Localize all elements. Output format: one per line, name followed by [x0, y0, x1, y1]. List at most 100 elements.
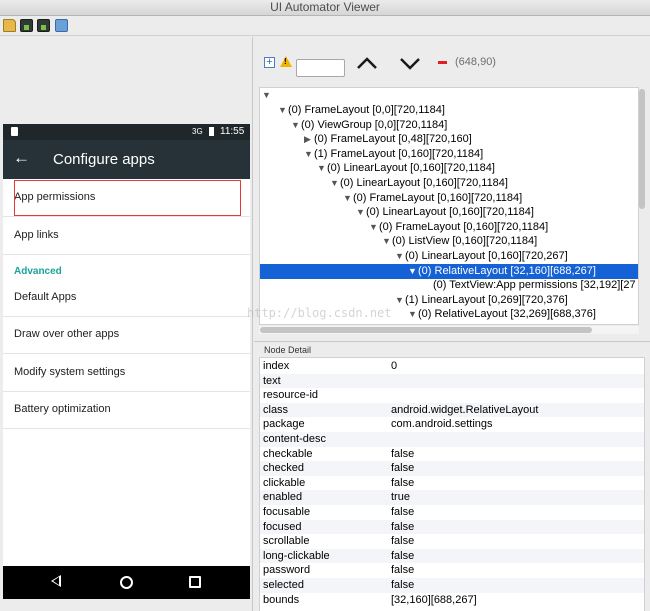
- node-detail-row[interactable]: scrollable false: [260, 534, 644, 549]
- setting-item-default-apps[interactable]: Default Apps: [3, 279, 250, 317]
- open-folder-icon[interactable]: [3, 19, 16, 32]
- tree-node[interactable]: ▼(0) LinearLayout [0,160][720,1184]: [260, 161, 638, 176]
- search-input[interactable]: [296, 59, 345, 77]
- expand-arrow-icon[interactable]: ▼: [408, 264, 418, 278]
- nav-back-icon[interactable]: [51, 575, 61, 587]
- tree-node[interactable]: (0) TextView:App permissions [32,192][27: [260, 278, 638, 293]
- node-detail-key: resource-id: [263, 389, 319, 402]
- tree-node-selected[interactable]: ▼(0) RelativeLayout [32,160][688,267]: [260, 263, 638, 279]
- node-detail-row[interactable]: selected false: [260, 578, 644, 593]
- tree-node[interactable]: ▶ (0) FrameLayout [0,48][720,160]: [260, 132, 638, 147]
- nav-home-icon[interactable]: [120, 576, 133, 589]
- tree-node[interactable]: ▼(0) ListView [0,160][720,1184]: [260, 234, 638, 249]
- node-detail-row[interactable]: clickable false: [260, 476, 644, 491]
- node-detail-row[interactable]: checkable false: [260, 447, 644, 462]
- tree-vertical-scrollbar[interactable]: [639, 89, 645, 209]
- tree-node-label: (0) FrameLayout [0,160][720,1184]: [353, 191, 523, 204]
- node-detail-row[interactable]: focusable false: [260, 505, 644, 520]
- window-titlebar: UI Automator Viewer: [0, 0, 650, 16]
- node-detail-table[interactable]: index 0 text resource-id class android.widget…: [259, 357, 645, 611]
- node-detail-value: [32,160][688,267]: [391, 593, 477, 606]
- expand-arrow-icon[interactable]: ▼: [304, 147, 314, 161]
- tree-node-label: (0) FrameLayout [0,160][720,1184]: [379, 220, 549, 233]
- node-detail-value: android.widget.RelativeLayout: [391, 403, 539, 416]
- expand-arrow-icon[interactable]: ▼: [291, 118, 301, 132]
- tree-root-arrow[interactable]: ▼: [262, 88, 638, 103]
- device-screenshot-compressed-icon[interactable]: [37, 19, 50, 32]
- tree-node[interactable]: ▼(0) FrameLayout [0,160][720,1184]: [260, 191, 638, 206]
- sim-card-icon: [11, 127, 18, 136]
- node-detail-value: true: [391, 491, 410, 504]
- window-title: UI Automator Viewer: [270, 0, 380, 14]
- expand-all-icon[interactable]: +: [264, 57, 275, 68]
- expand-arrow-icon[interactable]: ▼: [395, 249, 405, 263]
- clear-search-icon[interactable]: [438, 61, 447, 64]
- expand-arrow-icon[interactable]: ▼: [356, 205, 366, 219]
- node-detail-key: class: [263, 403, 289, 416]
- expand-arrow-icon[interactable]: ▼: [317, 161, 327, 175]
- node-detail-row[interactable]: class android.widget.RelativeLayout: [260, 402, 644, 418]
- node-detail-key: checked: [263, 462, 304, 475]
- node-detail-row[interactable]: text: [260, 373, 644, 389]
- setting-item-battery-optimization[interactable]: Battery optimization: [3, 391, 250, 429]
- setting-item-draw-over-other-apps[interactable]: Draw over other apps: [3, 316, 250, 354]
- nav-recents-icon[interactable]: [189, 576, 201, 588]
- node-detail-key: package: [263, 418, 305, 431]
- node-detail-row[interactable]: focused false: [260, 519, 644, 535]
- previous-result-icon[interactable]: [355, 51, 379, 75]
- tree-node[interactable]: ▼(0) FrameLayout [0,0][720,1184]: [260, 103, 638, 118]
- tree-node[interactable]: ▼(0) LinearLayout [0,160][720,1184]: [260, 205, 638, 220]
- tree-node-label: (0) LinearLayout [0,160][720,1184]: [327, 162, 495, 175]
- tree-node[interactable]: ▼(0) FrameLayout [0,160][720,1184]: [260, 220, 638, 235]
- tree-node[interactable]: ▼(0) LinearLayout [0,160][720,1184]: [260, 176, 638, 191]
- node-detail-value: false: [391, 476, 415, 489]
- expand-arrow-icon[interactable]: ▼: [330, 176, 340, 190]
- node-detail-key: content-desc: [263, 433, 326, 445]
- node-detail-row[interactable]: long-clickable false: [260, 548, 644, 564]
- node-detail-value: false: [391, 506, 415, 518]
- node-detail-key: checkable: [263, 447, 313, 460]
- expand-arrow-icon[interactable]: ▼: [278, 103, 288, 117]
- node-detail-key: clickable: [263, 476, 306, 489]
- expand-arrow-icon[interactable]: ▼: [395, 293, 405, 307]
- back-arrow-icon[interactable]: ←: [13, 148, 30, 168]
- setting-item-modify-system-settings[interactable]: Modify system settings: [3, 354, 250, 392]
- device-screenshot-icon[interactable]: [20, 19, 33, 32]
- warning-icon[interactable]: [280, 56, 292, 67]
- save-icon[interactable]: [55, 19, 68, 32]
- node-detail-row[interactable]: password false: [260, 563, 644, 578]
- screenshot-pane: 3G 11:55 ← Configure apps App permission…: [0, 37, 253, 611]
- setting-item-app-links[interactable]: App links: [3, 217, 250, 255]
- expand-arrow-icon[interactable]: ▼: [262, 88, 272, 102]
- tree-node-label: (0) FrameLayout [0,0][720,1184]: [288, 104, 445, 116]
- battery-icon: [209, 127, 214, 136]
- collapsed-arrow-icon[interactable]: ▶: [304, 132, 314, 146]
- node-detail-key: scrollable: [263, 535, 310, 548]
- expand-arrow-icon[interactable]: ▼: [382, 234, 392, 248]
- tree-node[interactable]: ▼(0) LinearLayout [0,160][720,267]: [260, 249, 638, 264]
- next-result-icon[interactable]: [398, 51, 422, 75]
- node-detail-row[interactable]: resource-id: [260, 388, 644, 403]
- tree-node[interactable]: ▼(1) FrameLayout [0,160][720,1184]: [260, 147, 638, 162]
- node-detail-row[interactable]: content-desc: [260, 432, 644, 447]
- expand-arrow-icon[interactable]: ▼: [408, 307, 418, 321]
- node-detail-header: Node Detail: [264, 345, 312, 355]
- node-detail-row[interactable]: package com.android.settings: [260, 417, 644, 432]
- node-detail-key: selected: [263, 579, 304, 591]
- tree-node-label: (0) ViewGroup [0,0][720,1184]: [301, 118, 448, 131]
- node-detail-key: index: [263, 360, 290, 372]
- tree-node[interactable]: ▼(0) ViewGroup [0,0][720,1184]: [260, 118, 638, 133]
- device-screen[interactable]: 3G 11:55 ← Configure apps App permission…: [3, 124, 250, 599]
- section-header-advanced: Advanced: [14, 266, 62, 277]
- hierarchy-tree[interactable]: ▼ ▼(0) FrameLayout [0,0][720,1184] ▼(0) V…: [259, 87, 639, 325]
- node-detail-row[interactable]: enabled true: [260, 490, 644, 505]
- tree-horizontal-scrollbar[interactable]: [260, 327, 592, 333]
- tree-node-label: (0) LinearLayout [0,160][720,1184]: [340, 177, 508, 189]
- node-detail-row[interactable]: checked false: [260, 461, 644, 476]
- node-detail-value: false: [391, 535, 415, 548]
- expand-arrow-icon[interactable]: ▼: [343, 191, 353, 205]
- node-detail-row[interactable]: bounds [32,160][688,267]: [260, 593, 644, 608]
- node-detail-value: false: [391, 520, 415, 533]
- expand-arrow-icon[interactable]: ▼: [369, 220, 379, 234]
- node-detail-row[interactable]: index 0: [260, 359, 644, 374]
